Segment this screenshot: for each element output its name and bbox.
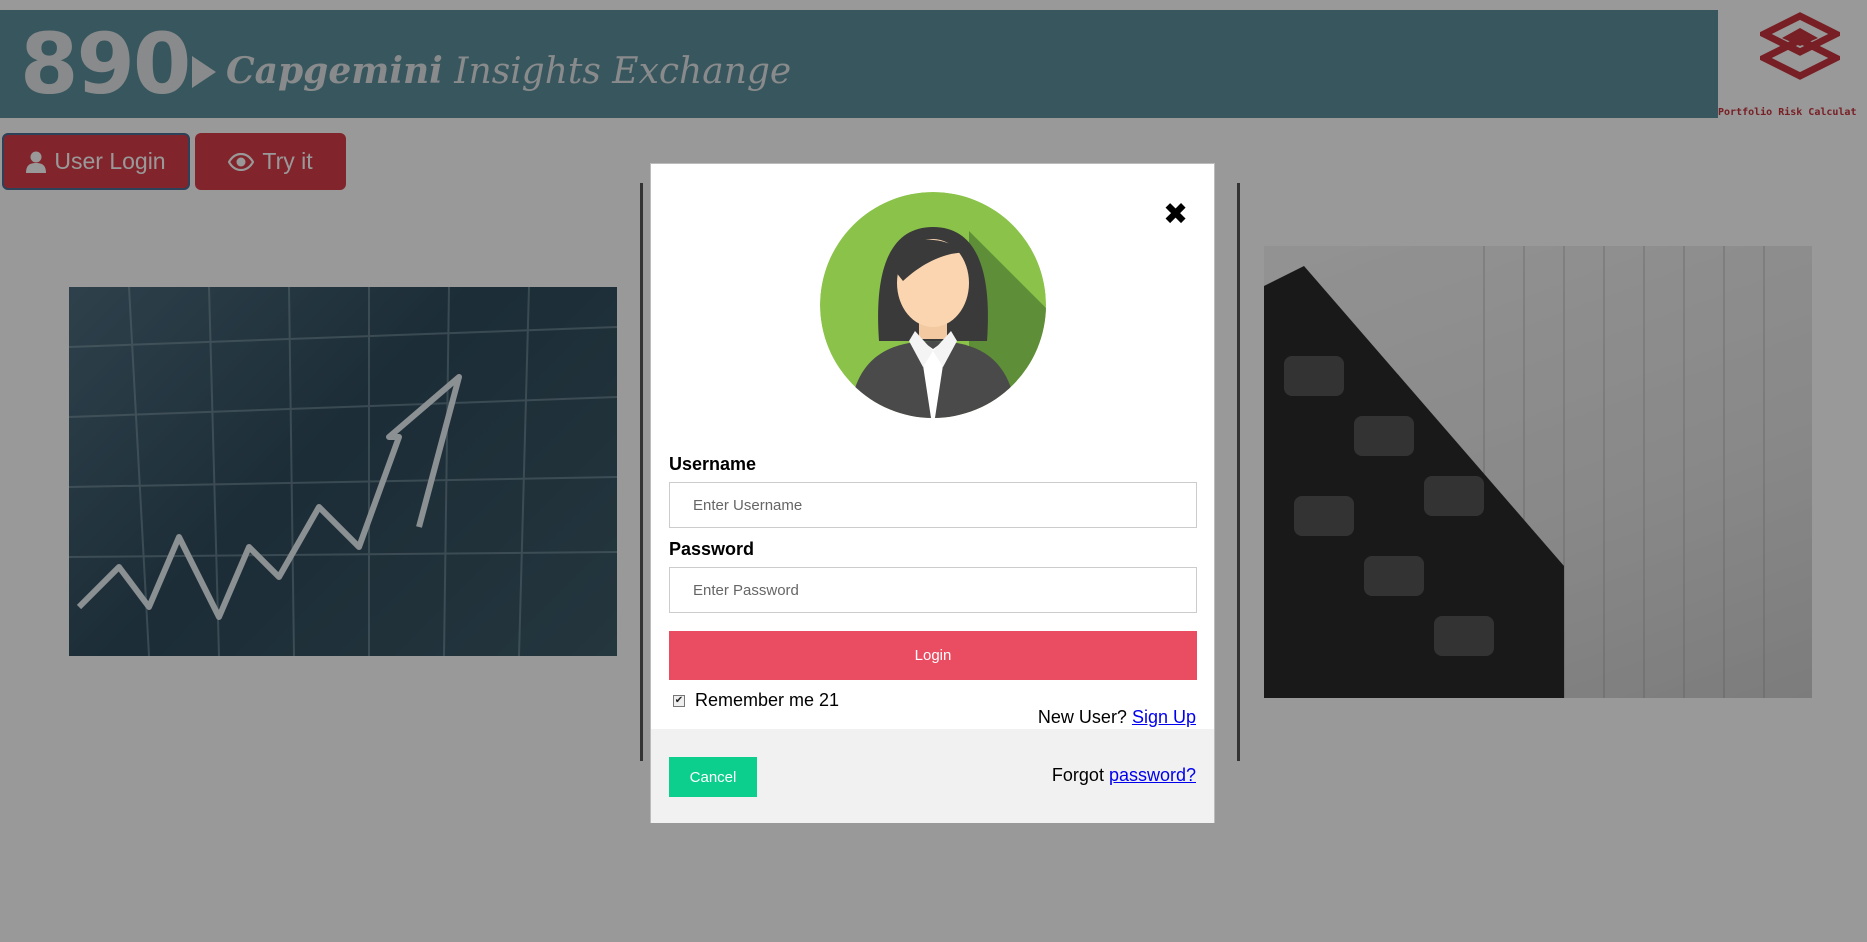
password-label: Password bbox=[669, 539, 755, 559]
cancel-button[interactable]: Cancel bbox=[669, 757, 757, 797]
new-user-label: New User? bbox=[1037, 707, 1132, 727]
close-icon[interactable]: ✖ bbox=[1163, 200, 1188, 230]
forgot-label: Forgot bbox=[1051, 765, 1109, 785]
remember-me: ✔ Remember me 21 bbox=[673, 690, 839, 711]
businesswoman-avatar-icon bbox=[820, 192, 1046, 418]
forgot-password-text: Forgot password? bbox=[1052, 765, 1196, 786]
remember-checkbox[interactable]: ✔ bbox=[673, 694, 685, 707]
remember-label: Remember me 21 bbox=[695, 690, 840, 710]
login-modal: ✖ Username Password Login ✔ Remember me … bbox=[650, 163, 1215, 823]
login-button[interactable]: Login bbox=[669, 631, 1197, 680]
new-user-text: New User? Sign Up bbox=[1038, 707, 1196, 728]
username-input[interactable] bbox=[669, 482, 1197, 528]
username-label: Username bbox=[669, 454, 757, 474]
password-input[interactable] bbox=[669, 567, 1197, 613]
forgot-password-link[interactable]: password? bbox=[1109, 765, 1196, 785]
sign-up-link[interactable]: Sign Up bbox=[1132, 707, 1196, 727]
modal-footer: Cancel Forgot password? bbox=[651, 729, 1214, 823]
